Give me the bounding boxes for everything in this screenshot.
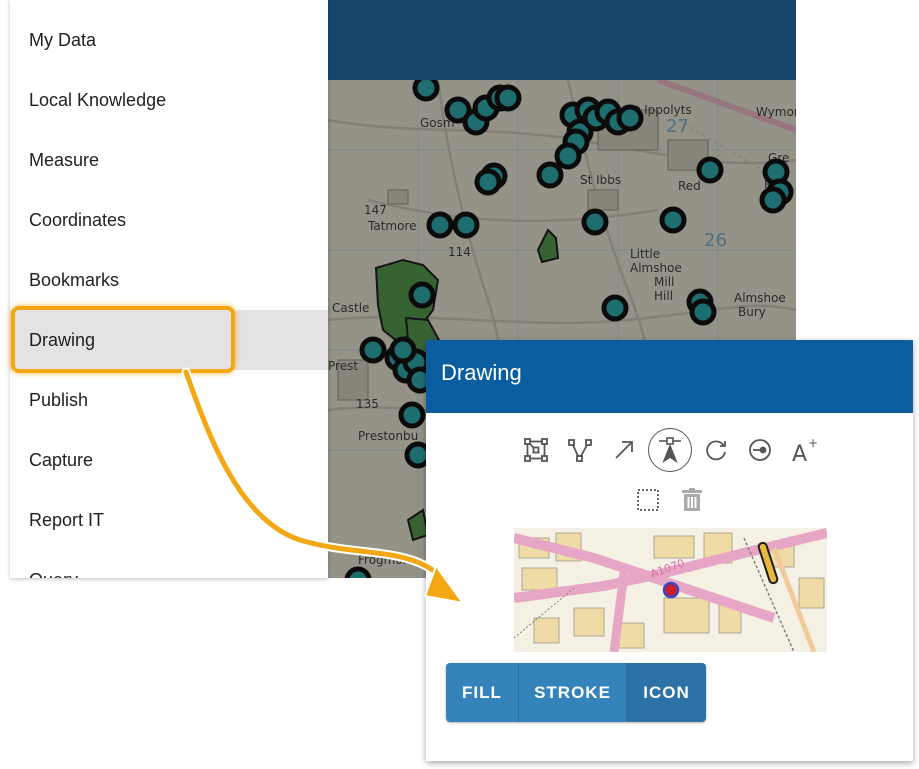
menu-item-my-data[interactable]: My Data	[10, 10, 328, 70]
delete-icon[interactable]	[672, 480, 712, 520]
menu-item-report-it[interactable]: Report IT	[10, 490, 328, 550]
drawing-panel-title: Drawing	[441, 360, 522, 385]
menu-item-drawing[interactable]: Drawing	[10, 310, 328, 370]
drawing-preview-map[interactable]: A1070	[514, 528, 827, 652]
polyline-icon[interactable]	[560, 430, 600, 470]
rotate-icon[interactable]	[696, 430, 736, 470]
select-box-icon[interactable]	[628, 480, 668, 520]
style-tabs: FILL STROKE ICON	[446, 663, 706, 722]
point-circle-icon[interactable]	[740, 430, 780, 470]
menu-item-capture[interactable]: Capture	[10, 430, 328, 490]
tab-stroke[interactable]: STROKE	[518, 663, 626, 722]
drawing-panel: Drawing A + A1070 FILL STROKE ICON	[426, 340, 913, 761]
drawn-point-marker[interactable]	[662, 581, 680, 599]
svg-text:A: A	[792, 442, 807, 464]
drawing-panel-header: Drawing	[426, 340, 913, 413]
menu-item-bookmarks[interactable]: Bookmarks	[10, 250, 328, 310]
edit-vertices-icon[interactable]	[516, 430, 556, 470]
menu-item-publish[interactable]: Publish	[10, 370, 328, 430]
menu-item-coordinates[interactable]: Coordinates	[10, 190, 328, 250]
add-text-icon[interactable]: A +	[784, 430, 824, 470]
menu-item-measure[interactable]: Measure	[10, 130, 328, 190]
svg-text:+: +	[808, 436, 818, 450]
menu-item-query[interactable]: Query	[10, 550, 328, 578]
select-pointer-icon[interactable]	[648, 428, 692, 472]
map-header-bar	[328, 0, 796, 80]
arrow-line-icon[interactable]	[604, 430, 644, 470]
tab-icon[interactable]: ICON	[626, 663, 706, 722]
side-menu: My Data Local Knowledge Measure Coordina…	[10, 0, 328, 578]
menu-item-local-knowledge[interactable]: Local Knowledge	[10, 70, 328, 130]
tab-fill[interactable]: FILL	[446, 663, 518, 722]
